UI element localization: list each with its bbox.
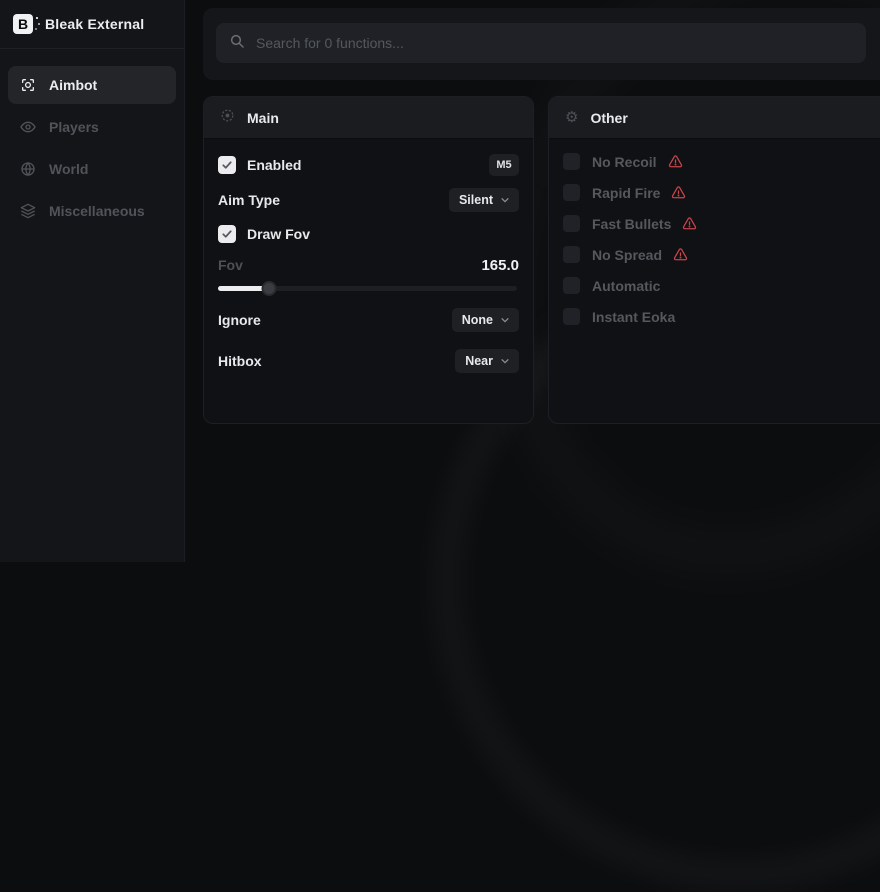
hitbox-label: Hitbox — [218, 353, 262, 369]
warning-icon — [671, 185, 686, 200]
keybind-button[interactable]: M5 — [489, 154, 519, 176]
chevron-down-icon — [500, 356, 510, 366]
no-recoil-checkbox[interactable] — [563, 153, 580, 170]
fov-value: 165.0 — [481, 257, 519, 274]
warning-icon — [682, 216, 697, 231]
globe-icon — [20, 161, 36, 177]
rapid-fire-checkbox[interactable] — [563, 184, 580, 201]
sidebar-item-players[interactable]: Players — [8, 108, 176, 146]
enabled-checkbox[interactable] — [218, 156, 236, 174]
aim-type-label: Aim Type — [218, 192, 280, 208]
other-row-no-spread: No Spread — [563, 245, 879, 263]
app-logo: B — [13, 14, 33, 34]
sidebar-nav: Aimbot Players World — [0, 49, 184, 230]
sidebar-header: B Bleak External — [0, 0, 184, 49]
slider-thumb[interactable] — [262, 281, 277, 296]
sidebar-item-label: World — [49, 161, 88, 177]
sidebar-item-label: Aimbot — [49, 77, 97, 93]
sidebar-item-miscellaneous[interactable]: Miscellaneous — [8, 192, 176, 230]
gear-icon: ⚙ — [565, 110, 578, 125]
warning-icon — [668, 154, 683, 169]
no-recoil-label: No Recoil — [592, 154, 657, 170]
draw-fov-row: Draw Fov — [218, 222, 519, 246]
other-row-no-recoil: No Recoil — [563, 152, 879, 170]
ignore-dropdown[interactable]: None — [452, 308, 519, 332]
aim-type-dropdown[interactable]: Silent — [449, 188, 519, 212]
layers-icon — [20, 203, 36, 219]
hitbox-row: Hitbox Near — [218, 349, 519, 373]
chevron-down-icon — [500, 315, 510, 325]
crosshair-icon — [20, 77, 36, 93]
draw-fov-checkbox[interactable] — [218, 225, 236, 243]
instant-eoka-label: Instant Eoka — [592, 309, 675, 325]
other-row-instant-eoka: Instant Eoka — [563, 307, 879, 325]
instant-eoka-checkbox[interactable] — [563, 308, 580, 325]
panel-other: ⚙ Other No Recoil Rapid Fire — [548, 96, 880, 424]
hitbox-dropdown[interactable]: Near — [455, 349, 519, 373]
app-title: Bleak External — [45, 16, 144, 32]
ignore-row: Ignore None — [218, 308, 519, 332]
chevron-down-icon — [500, 195, 510, 205]
sidebar-item-aimbot[interactable]: Aimbot — [8, 66, 176, 104]
panel-main-body: Enabled M5 Aim Type Silent — [204, 139, 533, 373]
panel-main: Main Enabled M5 Aim Type Silent — [203, 96, 534, 424]
panel-title: Other — [590, 110, 627, 126]
other-row-fast-bullets: Fast Bullets — [563, 214, 879, 232]
warning-icon — [673, 247, 688, 262]
panel-other-header: ⚙ Other — [549, 97, 880, 139]
no-spread-checkbox[interactable] — [563, 246, 580, 263]
panel-main-header: Main — [204, 97, 533, 139]
other-row-rapid-fire: Rapid Fire — [563, 183, 879, 201]
eye-icon — [20, 119, 36, 135]
fast-bullets-checkbox[interactable] — [563, 215, 580, 232]
target-icon — [220, 108, 235, 128]
ignore-label: Ignore — [218, 312, 261, 328]
search-container — [203, 8, 880, 80]
main-content: Main Enabled M5 Aim Type Silent — [186, 0, 880, 562]
automatic-checkbox[interactable] — [563, 277, 580, 294]
aim-type-row: Aim Type Silent — [218, 188, 519, 212]
no-spread-label: No Spread — [592, 247, 662, 263]
other-row-automatic: Automatic — [563, 276, 879, 294]
enabled-row: Enabled M5 — [218, 152, 519, 178]
enabled-label: Enabled — [247, 157, 301, 173]
sidebar: B Bleak External Aimbot Players — [0, 0, 185, 562]
search-icon — [229, 33, 245, 54]
draw-fov-label: Draw Fov — [247, 226, 310, 242]
fast-bullets-label: Fast Bullets — [592, 216, 671, 232]
fov-label: Fov — [218, 257, 243, 273]
panel-title: Main — [247, 110, 279, 126]
rapid-fire-label: Rapid Fire — [592, 185, 660, 201]
aim-type-value: Silent — [459, 193, 493, 207]
search-bar[interactable] — [216, 23, 866, 63]
sidebar-item-label: Players — [49, 119, 99, 135]
sidebar-item-label: Miscellaneous — [49, 203, 145, 219]
search-input[interactable] — [256, 35, 853, 51]
hitbox-value: Near — [465, 354, 493, 368]
automatic-label: Automatic — [592, 278, 660, 294]
fov-slider[interactable] — [218, 280, 519, 296]
fov-row: Fov 165.0 — [218, 256, 519, 274]
sidebar-item-world[interactable]: World — [8, 150, 176, 188]
ignore-value: None — [462, 313, 493, 327]
panel-other-body: No Recoil Rapid Fire — [549, 139, 880, 325]
